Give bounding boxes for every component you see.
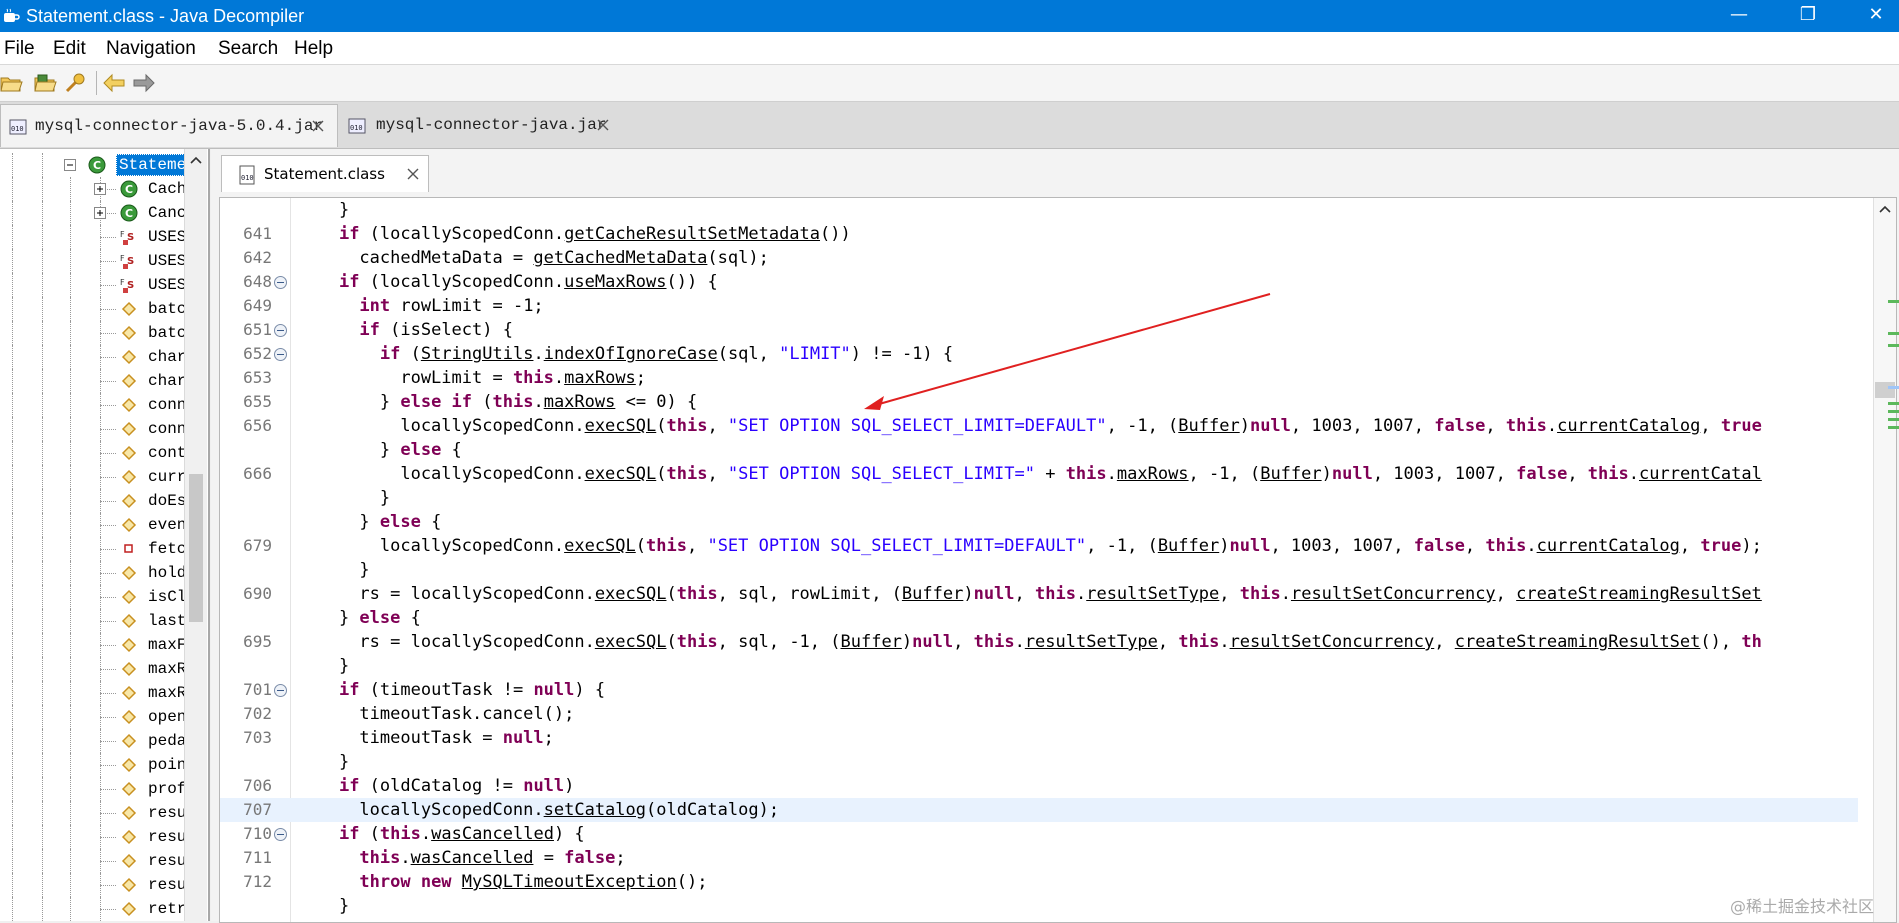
annotation-arrow xyxy=(864,293,1271,410)
watermark: @稀土掘金技术社区 xyxy=(1730,897,1875,916)
